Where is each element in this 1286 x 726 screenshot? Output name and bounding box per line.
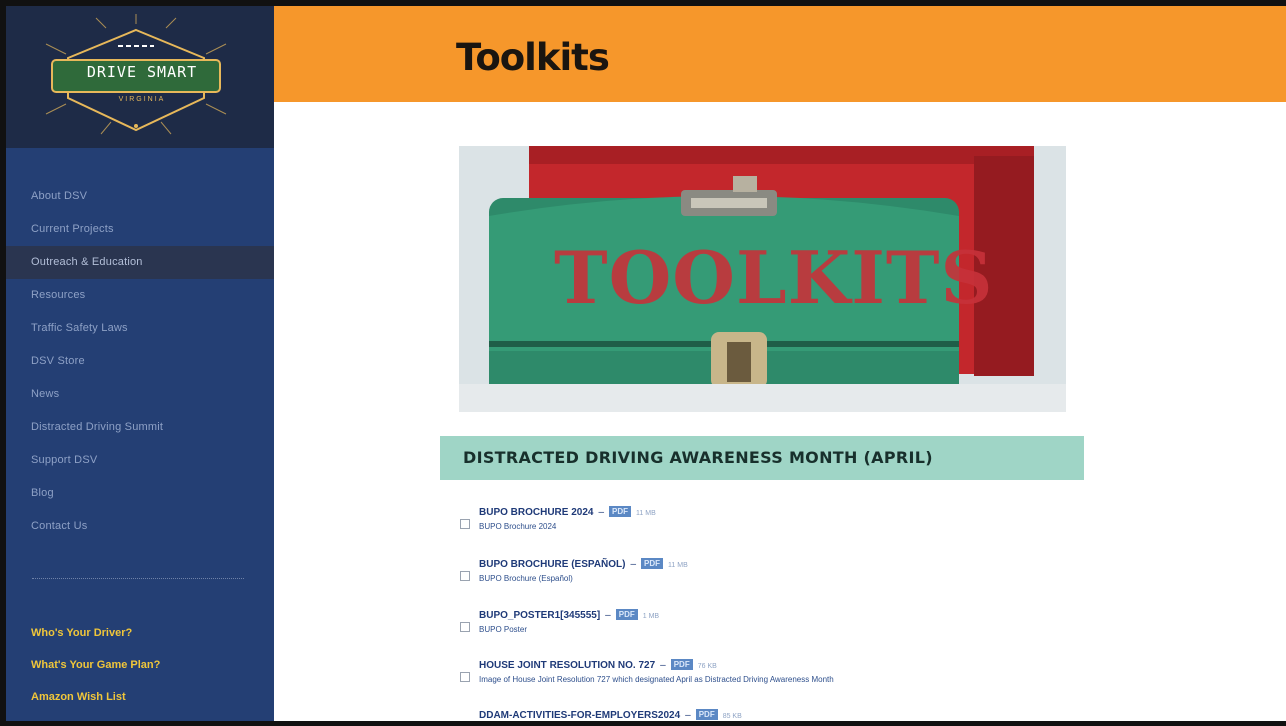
document-checkbox[interactable] <box>460 622 470 632</box>
document-link[interactable]: BUPO_POSTER1[345555] <box>479 610 600 621</box>
logo-text: DRIVE SMART <box>86 63 198 81</box>
file-size: 11 MB <box>668 562 688 569</box>
file-size: 76 KB <box>697 663 717 670</box>
nav-item-about[interactable]: About DSV <box>6 180 274 213</box>
page-title: Toolkits <box>456 36 610 79</box>
document-description: BUPO Brochure 2024 <box>479 522 557 531</box>
document-description: BUPO Poster <box>479 625 528 634</box>
sidebar: DRIVE SMART VIRGINIA About DSV Current P… <box>6 6 274 721</box>
file-type-badge: PDF <box>641 558 664 569</box>
document-checkbox[interactable] <box>460 571 470 581</box>
title-separator: – <box>685 710 691 721</box>
nav-item-contact[interactable]: Contact Us <box>6 510 274 543</box>
nav-item-current-projects[interactable]: Current Projects <box>6 213 274 246</box>
nav-item-support[interactable]: Support DSV <box>6 444 274 477</box>
link-game-plan[interactable]: What's Your Game Plan? <box>6 649 274 681</box>
section-header: DISTRACTED DRIVING AWARENESS MONTH (APRI… <box>440 436 1084 480</box>
logo-subtext: VIRGINIA <box>118 96 166 103</box>
file-type-badge: PDF <box>615 609 638 620</box>
hero-image: TOOLKITS <box>459 146 1066 412</box>
file-type-badge: PDF <box>609 506 632 517</box>
nav-item-outreach-education[interactable]: Outreach & Education <box>6 246 274 279</box>
title-separator: – <box>660 660 666 671</box>
sidebar-nav: About DSV Current Projects Outreach & Ed… <box>6 180 274 543</box>
title-separator: – <box>630 559 637 570</box>
hero-word: TOOLKITS <box>554 235 994 320</box>
nav-item-resources[interactable]: Resources <box>6 279 274 312</box>
nav-item-traffic-safety-laws[interactable]: Traffic Safety Laws <box>6 312 274 345</box>
link-amazon-wish-list[interactable]: Amazon Wish List <box>6 681 274 713</box>
file-size: 1 MB <box>642 613 660 620</box>
file-type-badge: PDF <box>670 659 693 670</box>
file-size: 11 MB <box>636 510 656 517</box>
page-header: Toolkits <box>274 6 1286 102</box>
document-link[interactable]: HOUSE JOINT RESOLUTION NO. 727 <box>479 660 655 671</box>
file-type-badge: PDF <box>695 709 718 720</box>
title-separator: – <box>605 610 611 621</box>
document-checkbox[interactable] <box>460 519 470 529</box>
title-separator: – <box>598 507 605 518</box>
document-checkbox[interactable] <box>460 672 470 682</box>
sidebar-divider <box>32 578 244 579</box>
nav-item-news[interactable]: News <box>6 378 274 411</box>
window-frame-bottom <box>0 721 1286 726</box>
link-whos-your-driver[interactable]: Who's Your Driver? <box>6 617 274 649</box>
document-link[interactable]: DDAM-ACTIVITIES-FOR-EMPLOYERS2024 <box>479 710 680 721</box>
document-description: BUPO Brochure (Español) <box>479 574 573 583</box>
sidebar-footer-links: Who's Your Driver? What's Your Game Plan… <box>6 617 274 713</box>
document-description: Image of House Joint Resolution 727 whic… <box>479 675 834 684</box>
nav-item-summit[interactable]: Distracted Driving Summit <box>6 411 274 444</box>
file-size: 85 KB <box>722 713 742 720</box>
section-title: DISTRACTED DRIVING AWARENESS MONTH (APRI… <box>463 448 933 467</box>
nav-item-blog[interactable]: Blog <box>6 477 274 510</box>
document-link[interactable]: BUPO BROCHURE (ESPAÑOL) <box>479 559 625 570</box>
nav-item-store[interactable]: DSV Store <box>6 345 274 378</box>
logo[interactable]: DRIVE SMART VIRGINIA <box>6 6 274 148</box>
document-link[interactable]: BUPO BROCHURE 2024 <box>479 507 593 518</box>
